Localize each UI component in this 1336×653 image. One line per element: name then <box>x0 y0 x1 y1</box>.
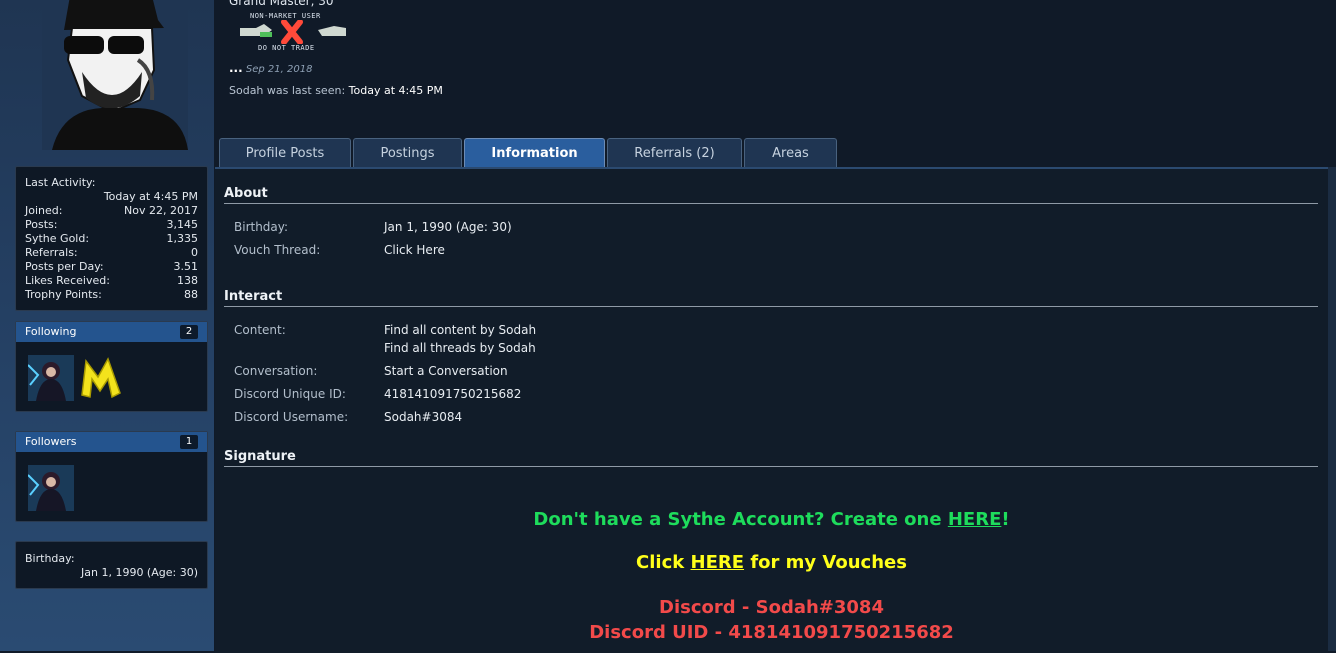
stat-value: Nov 22, 2017 <box>124 204 198 217</box>
birthday-value: Jan 1, 1990 (Age: 30) <box>81 566 198 579</box>
birthday-label: Birthday: <box>25 552 75 565</box>
stat-label: Trophy Points: <box>25 288 102 301</box>
following-panel: Following 2 <box>15 321 208 412</box>
stat-label: Likes Received: <box>25 274 110 287</box>
non-market-userbar <box>240 20 346 44</box>
userbar-top-text: NON-MARKET USER <box>250 12 321 20</box>
signature-vouches-line: Click HERE for my Vouches <box>215 552 1328 573</box>
signature-text: ! <box>1001 509 1010 530</box>
scrollbar-track[interactable] <box>1328 167 1336 651</box>
signature-discord-uid-line: Discord UID - 418141091750215682 <box>589 622 954 643</box>
tab-profile-posts[interactable]: Profile Posts <box>219 138 351 168</box>
followers-label: Followers <box>25 435 77 448</box>
avatar[interactable] <box>42 0 188 150</box>
userbar-bottom-text: DO NOT TRADE <box>258 44 315 52</box>
stat-label: Joined: <box>25 204 63 217</box>
discord-id-value: 418141091750215682 <box>384 387 522 401</box>
stat-label: Posts: <box>25 218 58 231</box>
followers-panel: Followers 1 <box>15 431 208 522</box>
birthday-panel: Birthday: Jan 1, 1990 (Age: 30) <box>15 541 208 589</box>
start-conversation-link[interactable]: Start a Conversation <box>384 364 508 378</box>
last-activity-value: Today at 4:45 PM <box>103 190 198 203</box>
signature-text: Don't have a Sythe Account? Create one <box>533 509 948 530</box>
vouches-link[interactable]: HERE <box>691 552 745 573</box>
content-label: Content: <box>234 323 286 337</box>
find-content-link[interactable]: Find all content by Sodah <box>384 323 536 337</box>
tab-referrals[interactable]: Referrals (2) <box>607 138 742 168</box>
following-count-badge: 2 <box>180 325 198 339</box>
stat-value: 3.51 <box>173 260 199 273</box>
stat-value: 88 <box>184 288 198 301</box>
last-seen-label: Sodah was last seen: <box>229 84 346 97</box>
profile-sidebar: Last Activity: Today at 4:45 PM Joined: N… <box>0 0 214 651</box>
conversation-label: Conversation: <box>234 364 318 378</box>
discord-username-value: Sodah#3084 <box>384 410 463 424</box>
last-seen-value: Today at 4:45 PM <box>348 84 443 97</box>
signature-discord-line: Discord - Sodah#3084 <box>659 597 884 618</box>
following-label: Following <box>25 325 77 338</box>
stat-label: Referrals: <box>25 246 78 259</box>
last-activity-label: Last Activity: <box>25 176 96 189</box>
signature-create-account-line: Don't have a Sythe Account? Create one H… <box>215 509 1328 530</box>
discord-username-label: Discord Username: <box>234 410 349 424</box>
create-account-link[interactable]: HERE <box>948 509 1002 530</box>
discord-id-label: Discord Unique ID: <box>234 387 346 401</box>
follower-avatar[interactable] <box>28 465 74 511</box>
birthday-row-label: Birthday: <box>234 220 289 234</box>
member-since-date: Sep 21, 2018 <box>245 64 313 75</box>
stat-label: Sythe Gold: <box>25 232 90 245</box>
signature-text: Click <box>636 552 691 573</box>
stat-label: Posts per Day: <box>25 260 104 273</box>
stat-value: 0 <box>191 246 198 259</box>
tab-postings[interactable]: Postings <box>353 138 462 168</box>
user-stats-panel: Last Activity: Today at 4:45 PM Joined: N… <box>15 166 208 311</box>
user-title: Grand Master, 30 <box>229 0 334 8</box>
about-heading: About <box>224 186 1318 204</box>
tab-information[interactable]: Information <box>464 138 605 168</box>
following-header[interactable]: Following 2 <box>16 322 207 342</box>
last-seen-line: Sodah was last seen: Today at 4:45 PM <box>229 84 443 97</box>
member-since-line: ... Sep 21, 2018 <box>229 61 312 75</box>
following-avatar[interactable] <box>78 355 124 401</box>
information-panel: About Birthday: Jan 1, 1990 (Age: 30) Vo… <box>215 167 1328 653</box>
find-threads-link[interactable]: Find all threads by Sodah <box>384 341 536 355</box>
followers-header[interactable]: Followers 1 <box>16 432 207 452</box>
tab-areas[interactable]: Areas <box>744 138 837 168</box>
birthday-row-value: Jan 1, 1990 (Age: 30) <box>384 220 512 234</box>
stat-value: 3,145 <box>166 218 199 231</box>
following-avatar[interactable] <box>28 355 74 401</box>
vouch-thread-label: Vouch Thread: <box>234 243 321 257</box>
signature-text: for my Vouches <box>744 552 907 573</box>
followers-count-badge: 1 <box>180 435 198 449</box>
vouch-thread-link[interactable]: Click Here <box>384 243 445 257</box>
stat-value: 138 <box>177 274 198 287</box>
more-dots[interactable]: ... <box>229 61 243 75</box>
interact-heading: Interact <box>224 289 1318 307</box>
stat-value: 1,335 <box>166 232 199 245</box>
signature-heading: Signature <box>224 449 1318 467</box>
